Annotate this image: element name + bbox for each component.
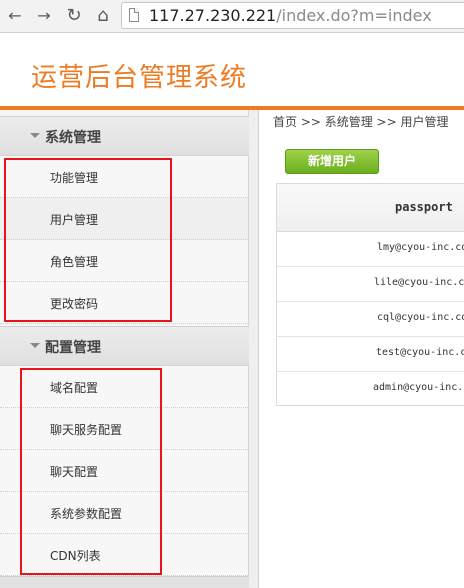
table-row[interactable]: lile@cyou-inc.co <box>277 267 464 302</box>
passport-cell: test@cyou-inc.co <box>376 347 464 358</box>
sidebar-group-label: 系统管理 <box>45 130 101 146</box>
breadcrumb: 首页 >> 系统管理 >> 用户管理 <box>273 115 449 129</box>
passport-cell: lile@cyou-inc.co <box>374 277 464 288</box>
annotation-box-system <box>4 158 172 322</box>
browser-toolbar: ← → ↻ ⌂ 117.27.230.221/index.do?m=index <box>0 0 464 33</box>
column-header-passport: passport <box>395 200 453 214</box>
url-path: /index.do?m=index <box>276 6 432 25</box>
main-content: 首页 >> 系统管理 >> 用户管理 新增用户 passport lmy@cyo… <box>259 110 464 588</box>
table-row[interactable]: admin@cyou-inc.co <box>277 372 464 405</box>
passport-cell: admin@cyou-inc.co <box>373 382 464 393</box>
table-row[interactable]: cql@cyou-inc.co <box>277 302 464 337</box>
forward-arrow-icon[interactable]: → <box>33 5 55 27</box>
add-user-button[interactable]: 新增用户 <box>285 149 379 174</box>
collapse-arrow-icon <box>30 343 40 348</box>
app-title: 运营后台管理系统 <box>31 63 248 93</box>
table-row[interactable]: lmy@cyou-inc.co <box>277 232 464 267</box>
passport-cell: lmy@cyou-inc.co <box>377 242 464 253</box>
passport-cell: cql@cyou-inc.co <box>377 312 464 323</box>
sidebar-group-config[interactable]: 配置管理 <box>0 326 249 366</box>
sidebar-footer <box>0 576 249 588</box>
address-text: 117.27.230.221/index.do?m=index <box>149 6 432 25</box>
table-header: passport <box>277 184 464 232</box>
back-arrow-icon[interactable]: ← <box>4 5 26 27</box>
users-table: passport lmy@cyou-inc.co lile@cyou-inc.c… <box>276 183 464 406</box>
url-host: 117.27.230.221 <box>149 6 277 25</box>
table-row[interactable]: test@cyou-inc.co <box>277 337 464 372</box>
collapse-arrow-icon <box>30 133 40 138</box>
sidebar-group-label: 配置管理 <box>45 340 101 356</box>
app-header: 运营后台管理系统 <box>0 33 464 106</box>
page-icon <box>129 8 139 22</box>
sidebar-group-system[interactable]: 系统管理 <box>0 116 249 156</box>
panel-splitter[interactable] <box>249 110 259 588</box>
address-bar[interactable]: 117.27.230.221/index.do?m=index <box>121 2 464 29</box>
annotation-box-config <box>20 368 162 575</box>
reload-icon[interactable]: ↻ <box>63 5 85 27</box>
home-icon[interactable]: ⌂ <box>92 5 114 27</box>
